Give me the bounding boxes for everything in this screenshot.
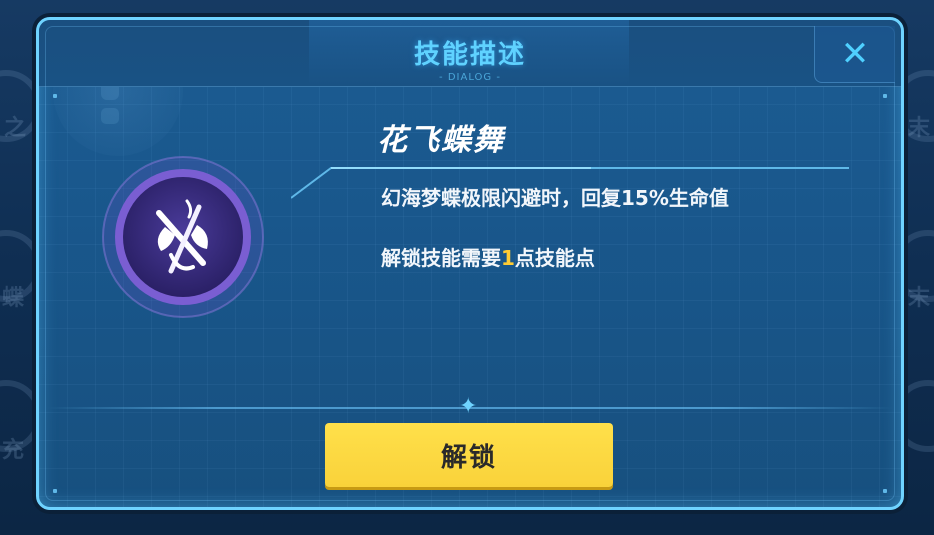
dialog-title: 技能描述 [413,40,526,70]
unlock-button[interactable]: 解锁 [325,423,613,487]
dialog-subtitle: - DIALOG - [439,72,501,83]
corner-dot [53,489,57,493]
close-button[interactable]: ✕ [814,26,895,83]
unlock-requirement: 解锁技能需要1点技能点 [381,242,595,271]
unlock-requirement-prefix: 解锁技能需要 [381,246,501,270]
unlock-points: 1 [501,246,515,270]
corner-dot [883,94,887,98]
unlock-requirement-suffix: 点技能点 [514,246,595,270]
corner-dot [883,489,887,493]
background-label: 末 [907,116,930,141]
skill-description: 幻海梦蝶极限闪避时，回复15%生命值 [381,186,729,210]
skill-description-dialog: 技能描述 - DIALOG - ✕ 花飞蝶舞 幻海梦蝶极限闪避时，回复15%生命… [36,17,904,510]
sparkle-icon: ✦ [459,394,478,419]
unlock-button-label: 解锁 [440,442,497,473]
background-label: 之 [4,116,27,141]
skill-emblem [101,155,265,319]
close-icon: ✕ [840,34,870,74]
skill-name: 花飞蝶舞 [377,123,505,158]
butterfly-dance-emblem-icon [102,156,264,318]
background-label: 充 [2,438,25,463]
corner-dot [53,94,57,98]
background-label: 蝶 [2,286,25,311]
background-label: 末 [907,286,930,311]
